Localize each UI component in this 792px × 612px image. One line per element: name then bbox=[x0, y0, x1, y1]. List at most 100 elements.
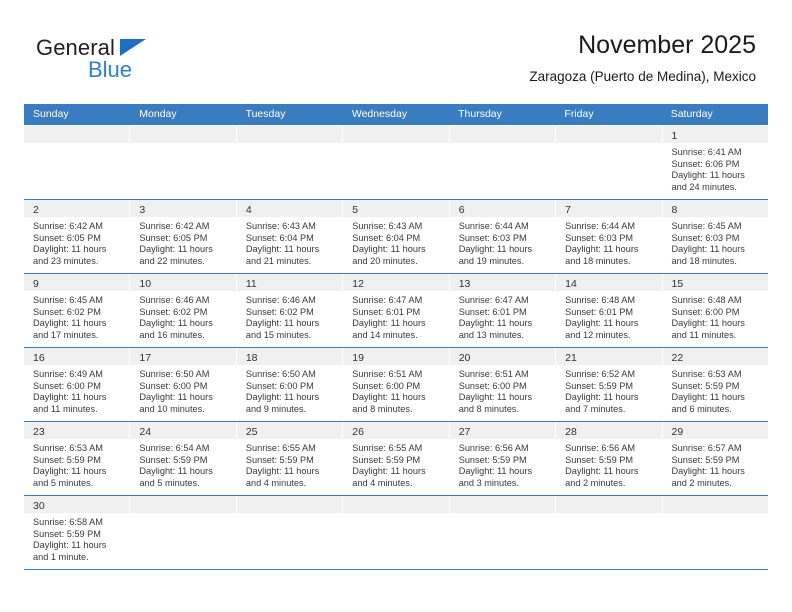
day-number-strip: 20 bbox=[449, 348, 556, 365]
calendar-day-cell[interactable]: 18 Sunrise: 6:50 AM Sunset: 6:00 PM Dayligh… bbox=[236, 348, 344, 421]
day-detail-line: and 23 minutes. bbox=[33, 255, 99, 266]
day-detail-text: Sunrise: 6:44 AM Sunset: 6:03 PM Daylight:… bbox=[556, 217, 661, 272]
day-detail-line: and 3 minutes. bbox=[458, 477, 519, 488]
day-detail-line: Sunrise: 6:50 AM bbox=[245, 369, 316, 379]
day-detail-text bbox=[450, 143, 555, 152]
day-detail-line: and 2 minutes. bbox=[671, 477, 732, 488]
day-detail-line: Sunset: 5:59 PM bbox=[139, 454, 208, 465]
day-number-strip bbox=[449, 496, 556, 513]
calendar-day-cell[interactable]: 30 Sunrise: 6:58 AM Sunset: 5:59 PM Dayligh… bbox=[24, 496, 131, 569]
calendar-week-row: 1 Sunrise: 6:41 AM Sunset: 6:06 PM Daylight… bbox=[24, 125, 768, 200]
day-detail-line: Daylight: 11 hours bbox=[671, 244, 745, 255]
day-number: 3 bbox=[139, 204, 146, 216]
day-detail-line: Sunrise: 6:45 AM bbox=[671, 221, 742, 231]
calendar-day-cell[interactable]: 12 Sunrise: 6:47 AM Sunset: 6:01 PM Dayligh… bbox=[343, 274, 450, 347]
day-detail-line: Daylight: 11 hours bbox=[245, 466, 320, 477]
day-number-strip: 19 bbox=[343, 348, 449, 365]
calendar-day-cell[interactable]: 9 Sunrise: 6:45 AM Sunset: 6:02 PM Daylight… bbox=[24, 274, 131, 347]
calendar-grid: Sunday Monday Tuesday Wednesday Thursday Frid… bbox=[24, 104, 768, 570]
day-number-strip bbox=[449, 126, 556, 143]
day-detail-line: Sunrise: 6:41 AM bbox=[671, 147, 742, 157]
calendar-day-cell[interactable]: 19 Sunrise: 6:51 AM Sunset: 6:00 PM Dayligh… bbox=[343, 348, 450, 421]
day-detail-line: Sunrise: 6:48 AM bbox=[671, 295, 742, 305]
calendar-day-cell[interactable]: 7 Sunrise: 6:44 AM Sunset: 6:03 PM Daylight… bbox=[556, 200, 663, 273]
day-detail-text: Sunrise: 6:47 AM Sunset: 6:01 PM Daylight:… bbox=[343, 291, 448, 346]
calendar-day-cell[interactable]: 16 Sunrise: 6:49 AM Sunset: 6:00 PM Dayligh… bbox=[24, 348, 131, 421]
calendar-day-cell-empty bbox=[449, 496, 557, 569]
day-detail-line: Sunrise: 6:47 AM bbox=[458, 295, 529, 305]
calendar-day-cell[interactable]: 2 Sunrise: 6:42 AM Sunset: 6:05 PM Daylight… bbox=[24, 200, 131, 273]
calendar-day-cell[interactable]: 27 Sunrise: 6:56 AM Sunset: 5:59 PM Dayligh… bbox=[449, 422, 557, 495]
calendar-day-cell[interactable]: 24 Sunrise: 6:54 AM Sunset: 5:59 PM Dayligh… bbox=[130, 422, 237, 495]
day-detail-text bbox=[450, 513, 555, 522]
day-number: 15 bbox=[671, 278, 684, 290]
day-detail-text bbox=[663, 513, 768, 522]
calendar-weeks: 1 Sunrise: 6:41 AM Sunset: 6:06 PM Daylight… bbox=[24, 125, 768, 570]
calendar-day-cell[interactable]: 10 Sunrise: 6:46 AM Sunset: 6:02 PM Dayligh… bbox=[130, 274, 237, 347]
calendar-day-cell[interactable]: 14 Sunrise: 6:48 AM Sunset: 6:01 PM Dayligh… bbox=[556, 274, 663, 347]
calendar-day-cell[interactable]: 8 Sunrise: 6:45 AM Sunset: 6:03 PM Daylight… bbox=[662, 200, 768, 273]
calendar-day-cell[interactable]: 1 Sunrise: 6:41 AM Sunset: 6:06 PM Daylight… bbox=[662, 126, 768, 199]
day-detail-line: Sunrise: 6:51 AM bbox=[352, 369, 423, 379]
title-block: November 2025 Zaragoza (Puerto de Medina… bbox=[529, 30, 756, 85]
day-detail-line: Daylight: 11 hours bbox=[33, 466, 107, 477]
day-detail-line: Sunrise: 6:54 AM bbox=[139, 443, 210, 453]
calendar-day-cell[interactable]: 22 Sunrise: 6:53 AM Sunset: 5:59 PM Dayligh… bbox=[662, 348, 768, 421]
day-detail-text bbox=[556, 513, 661, 522]
day-number-strip bbox=[130, 496, 236, 513]
day-detail-text: Sunrise: 6:56 AM Sunset: 5:59 PM Daylight:… bbox=[450, 439, 555, 494]
day-detail-line: and 24 minutes. bbox=[671, 181, 737, 192]
day-detail-text: Sunrise: 6:47 AM Sunset: 6:01 PM Daylight:… bbox=[450, 291, 555, 346]
day-detail-line: Daylight: 11 hours bbox=[139, 318, 213, 329]
day-detail-text bbox=[556, 143, 661, 152]
weekday-header-row: Sunday Monday Tuesday Wednesday Thursday Frid… bbox=[24, 104, 768, 125]
day-number: 20 bbox=[458, 352, 471, 364]
day-number: 24 bbox=[139, 426, 152, 438]
calendar-day-cell[interactable]: 20 Sunrise: 6:51 AM Sunset: 6:00 PM Dayligh… bbox=[449, 348, 557, 421]
calendar-day-cell[interactable]: 13 Sunrise: 6:47 AM Sunset: 6:01 PM Dayligh… bbox=[449, 274, 557, 347]
calendar-day-cell[interactable]: 21 Sunrise: 6:52 AM Sunset: 5:59 PM Dayligh… bbox=[556, 348, 663, 421]
day-detail-line: Sunrise: 6:53 AM bbox=[33, 443, 103, 453]
day-detail-line: Daylight: 11 hours bbox=[33, 392, 107, 403]
day-number: 21 bbox=[565, 352, 577, 364]
calendar-day-cell[interactable]: 29 Sunrise: 6:57 AM Sunset: 5:59 PM Dayligh… bbox=[662, 422, 768, 495]
day-number-strip: 22 bbox=[662, 348, 768, 365]
day-detail-line: and 20 minutes. bbox=[352, 255, 418, 266]
calendar-day-cell[interactable]: 23 Sunrise: 6:53 AM Sunset: 5:59 PM Dayligh… bbox=[24, 422, 131, 495]
day-detail-line: and 10 minutes. bbox=[139, 403, 205, 414]
calendar-week-row: 23 Sunrise: 6:53 AM Sunset: 5:59 PM Dayligh… bbox=[24, 422, 768, 496]
calendar-day-cell-empty bbox=[662, 496, 768, 569]
day-detail-line: Sunset: 5:59 PM bbox=[33, 454, 101, 465]
day-detail-line: and 22 minutes. bbox=[139, 255, 205, 266]
calendar-day-cell[interactable]: 4 Sunrise: 6:43 AM Sunset: 6:04 PM Daylight… bbox=[236, 200, 344, 273]
calendar-day-cell[interactable]: 11 Sunrise: 6:46 AM Sunset: 6:02 PM Dayligh… bbox=[236, 274, 344, 347]
calendar-day-cell[interactable]: 17 Sunrise: 6:50 AM Sunset: 6:00 PM Dayligh… bbox=[130, 348, 237, 421]
day-detail-text bbox=[237, 513, 342, 522]
day-number-strip: 18 bbox=[236, 348, 343, 365]
day-number-strip bbox=[236, 496, 343, 513]
day-detail-line: Daylight: 11 hours bbox=[565, 392, 639, 403]
calendar-day-cell[interactable]: 25 Sunrise: 6:55 AM Sunset: 5:59 PM Dayligh… bbox=[236, 422, 344, 495]
day-detail-line: Sunset: 6:02 PM bbox=[33, 306, 101, 317]
calendar-day-cell[interactable]: 26 Sunrise: 6:55 AM Sunset: 5:59 PM Dayligh… bbox=[343, 422, 450, 495]
day-detail-line: Sunrise: 6:46 AM bbox=[139, 295, 210, 305]
day-detail-line: and 6 minutes. bbox=[671, 403, 732, 414]
day-number-strip bbox=[130, 126, 236, 143]
calendar-day-cell[interactable]: 15 Sunrise: 6:48 AM Sunset: 6:00 PM Dayligh… bbox=[662, 274, 768, 347]
day-detail-text: Sunrise: 6:52 AM Sunset: 5:59 PM Daylight:… bbox=[556, 365, 661, 420]
day-detail-line: Daylight: 11 hours bbox=[245, 392, 320, 403]
weekday-header-monday: Monday bbox=[139, 108, 177, 120]
general-blue-logo[interactable]: General Blue bbox=[36, 36, 206, 84]
day-detail-text: Sunrise: 6:57 AM Sunset: 5:59 PM Daylight:… bbox=[663, 439, 768, 494]
calendar-week-row: 16 Sunrise: 6:49 AM Sunset: 6:00 PM Dayligh… bbox=[24, 348, 768, 422]
day-number-strip: 29 bbox=[662, 422, 768, 439]
day-detail-line: Sunrise: 6:56 AM bbox=[565, 443, 636, 453]
calendar-day-cell[interactable]: 3 Sunrise: 6:42 AM Sunset: 6:05 PM Daylight… bbox=[130, 200, 237, 273]
calendar-day-cell[interactable]: 5 Sunrise: 6:43 AM Sunset: 6:04 PM Daylight… bbox=[343, 200, 450, 273]
calendar-day-cell[interactable]: 6 Sunrise: 6:44 AM Sunset: 6:03 PM Daylight… bbox=[449, 200, 557, 273]
day-number: 12 bbox=[352, 278, 364, 290]
calendar-day-cell[interactable]: 28 Sunrise: 6:56 AM Sunset: 5:59 PM Dayligh… bbox=[556, 422, 663, 495]
weekday-header-saturday: Saturday bbox=[670, 108, 713, 120]
day-number: 29 bbox=[671, 426, 684, 438]
day-number-strip bbox=[343, 496, 449, 513]
